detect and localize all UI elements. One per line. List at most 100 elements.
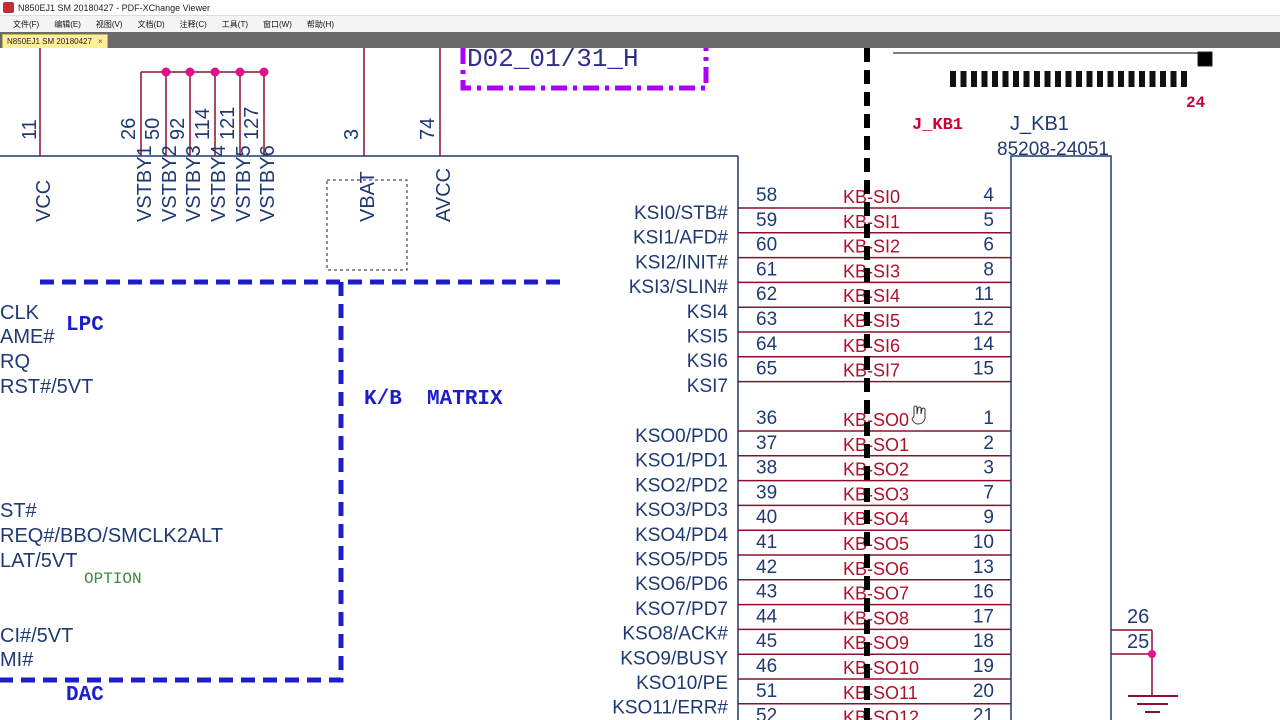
- net-name: KB-SO8: [843, 608, 909, 628]
- footprint-pad: [1181, 71, 1187, 87]
- junction-dot: [259, 67, 269, 77]
- connector-pin-number: 19: [973, 656, 994, 677]
- footprint-pad: [1107, 71, 1114, 87]
- document-tab-label: N850EJ1 SM 20180427: [7, 37, 92, 46]
- kso-label: KSO1/PD1: [635, 451, 728, 472]
- footprint-pad: [1002, 71, 1009, 87]
- left-label-4: RST#/5VT: [0, 376, 93, 398]
- net-name: KB-SO5: [843, 534, 909, 554]
- connector-pin-number: 15: [973, 359, 994, 380]
- ec-pin-number: 63: [756, 309, 777, 330]
- pdf-page-view[interactable]: D02_01/31_H 11 26 50 92 114 121 127 3 74 VCC VSTBY…: [0, 48, 1280, 720]
- top-pin-label: VSTBY2: [159, 145, 181, 222]
- top-pin-stubs: 11 26 50 92 114 121 127 3 74VCC VSTBY1 VSTBY2 VSTBY…: [19, 48, 455, 222]
- connector-pin-number: 10: [973, 532, 994, 553]
- document-tab[interactable]: N850EJ1 SM 20180427 ×: [2, 34, 108, 48]
- ec-pin-number: 44: [756, 606, 778, 627]
- connector-pin-number: 12: [973, 309, 994, 330]
- menu-bar: 文件(F) 编辑(E) 视图(V) 文档(D) 注释(C) 工具(T) 窗口(W…: [0, 16, 1280, 32]
- net-rows: 58 KB-SI0 459 KB-SI1 560 KB-SI2 661 KB-SI3 862 KB…: [738, 185, 1011, 720]
- ksi-label: KSI5: [687, 327, 728, 348]
- ec-pin-number: 38: [756, 458, 777, 479]
- right-pin-25: 25: [1127, 631, 1149, 653]
- top-pin-label: VBAT: [357, 171, 379, 222]
- ec-pin-number: 36: [756, 408, 777, 429]
- footprint-pad: [1097, 71, 1103, 87]
- connector-pin-number: 11: [974, 284, 994, 305]
- net-name: KB-SI1: [843, 212, 900, 232]
- connector-pin-number: 14: [973, 334, 995, 355]
- footprint-pad: [981, 71, 988, 87]
- kso-label: KSO10/PE: [636, 673, 728, 694]
- lpc-label: LPC: [66, 314, 104, 337]
- ec-pin-number: 51: [756, 681, 777, 702]
- menu-view[interactable]: 视图(V): [89, 19, 131, 30]
- title-bar: N850EJ1 SM 20180427 - PDF-XChange Viewer: [0, 0, 1280, 16]
- footprint-pad: [1160, 71, 1166, 87]
- net-name: KB-SI4: [843, 286, 900, 306]
- menu-file[interactable]: 文件(F): [6, 19, 47, 30]
- footprint-pad: [1076, 71, 1082, 87]
- net-name: KB-SO9: [843, 633, 909, 653]
- footprint-pad: [1055, 71, 1061, 87]
- footprint-pad: [1023, 71, 1030, 87]
- connector-pin-number: 6: [983, 235, 994, 256]
- kso-label: KSO2/PD2: [635, 475, 728, 496]
- junction-dot: [185, 67, 195, 77]
- kb-matrix-boundary: [0, 279, 568, 683]
- ec-pin-number: 46: [756, 656, 777, 677]
- net-name: KB-SI3: [843, 261, 900, 281]
- ec-pin-number: 60: [756, 235, 777, 256]
- junction-dot: [235, 67, 245, 77]
- top-pin-number: 92: [167, 118, 189, 140]
- menu-tools[interactable]: 工具(T): [215, 19, 256, 30]
- menu-document[interactable]: 文档(D): [131, 19, 173, 30]
- connector-pin-number: 18: [973, 631, 994, 652]
- connector-body: [1010, 155, 1112, 720]
- connector-pin-number: 4: [983, 185, 994, 206]
- option-label: OPTION: [84, 570, 142, 588]
- left-label-3: RQ: [0, 351, 30, 373]
- footprint-pad: [960, 71, 967, 87]
- junction-dot: [1148, 650, 1156, 658]
- footprint-pad: [1118, 71, 1124, 87]
- connector-pin-number: 8: [983, 259, 994, 280]
- connector-pin-number: 7: [983, 482, 994, 503]
- connector-pin-number: 9: [983, 507, 994, 528]
- connector-pin-number: 16: [973, 582, 994, 603]
- footprint-pad: [1013, 71, 1019, 87]
- top-pin-label: VCC: [33, 180, 55, 222]
- ec-pin-number: 42: [756, 557, 777, 578]
- net-name: KB-SO12: [843, 708, 919, 720]
- connector-refdes: J_KB1: [1010, 113, 1069, 135]
- footprint-pad: [950, 71, 956, 87]
- ksi-labels: KSI0/STB# KSI1/AFD# KSI2/INIT# KSI3/SLIN# KS…: [629, 203, 729, 397]
- schematic-drawing: D02_01/31_H 11 26 50 92 114 121 127 3 74VCC VSTBY…: [0, 48, 1213, 720]
- junction-dot: [210, 67, 220, 77]
- kso-label: KSO7/PD7: [635, 599, 728, 620]
- close-icon[interactable]: ×: [98, 37, 103, 46]
- footprint-pad: [1170, 71, 1177, 87]
- menu-edit[interactable]: 编辑(E): [47, 19, 89, 30]
- connector-pin-number: 21: [973, 706, 994, 720]
- kso-label: KSO3/PD3: [635, 500, 728, 521]
- dac-label: DAC: [66, 684, 104, 707]
- kso-label: KSO5/PD5: [635, 550, 728, 571]
- net-name: KB-SO2: [843, 460, 909, 480]
- connector-refdes-red: J_KB1: [912, 116, 963, 135]
- ksi-label: KSI4: [687, 302, 729, 323]
- menu-comments[interactable]: 注释(C): [173, 19, 215, 30]
- left-label-5: ST#: [0, 500, 38, 522]
- net-name: KB-SI2: [843, 237, 900, 257]
- kso-label: KSO6/PD6: [635, 574, 728, 595]
- net-name: KB-SO1: [843, 435, 909, 455]
- top-pin-number: 50: [142, 118, 164, 140]
- connector-pin-number: 17: [973, 606, 994, 627]
- top-pin-number: 3: [341, 129, 363, 140]
- net-name: KB-SO11: [843, 683, 918, 703]
- left-label-7: LAT/5VT: [0, 550, 77, 572]
- menu-window[interactable]: 窗口(W): [256, 19, 300, 30]
- menu-help[interactable]: 帮助(H): [300, 19, 342, 30]
- connector-pin-number: 2: [983, 433, 994, 454]
- kso-label: KSO4/PD4: [635, 525, 728, 546]
